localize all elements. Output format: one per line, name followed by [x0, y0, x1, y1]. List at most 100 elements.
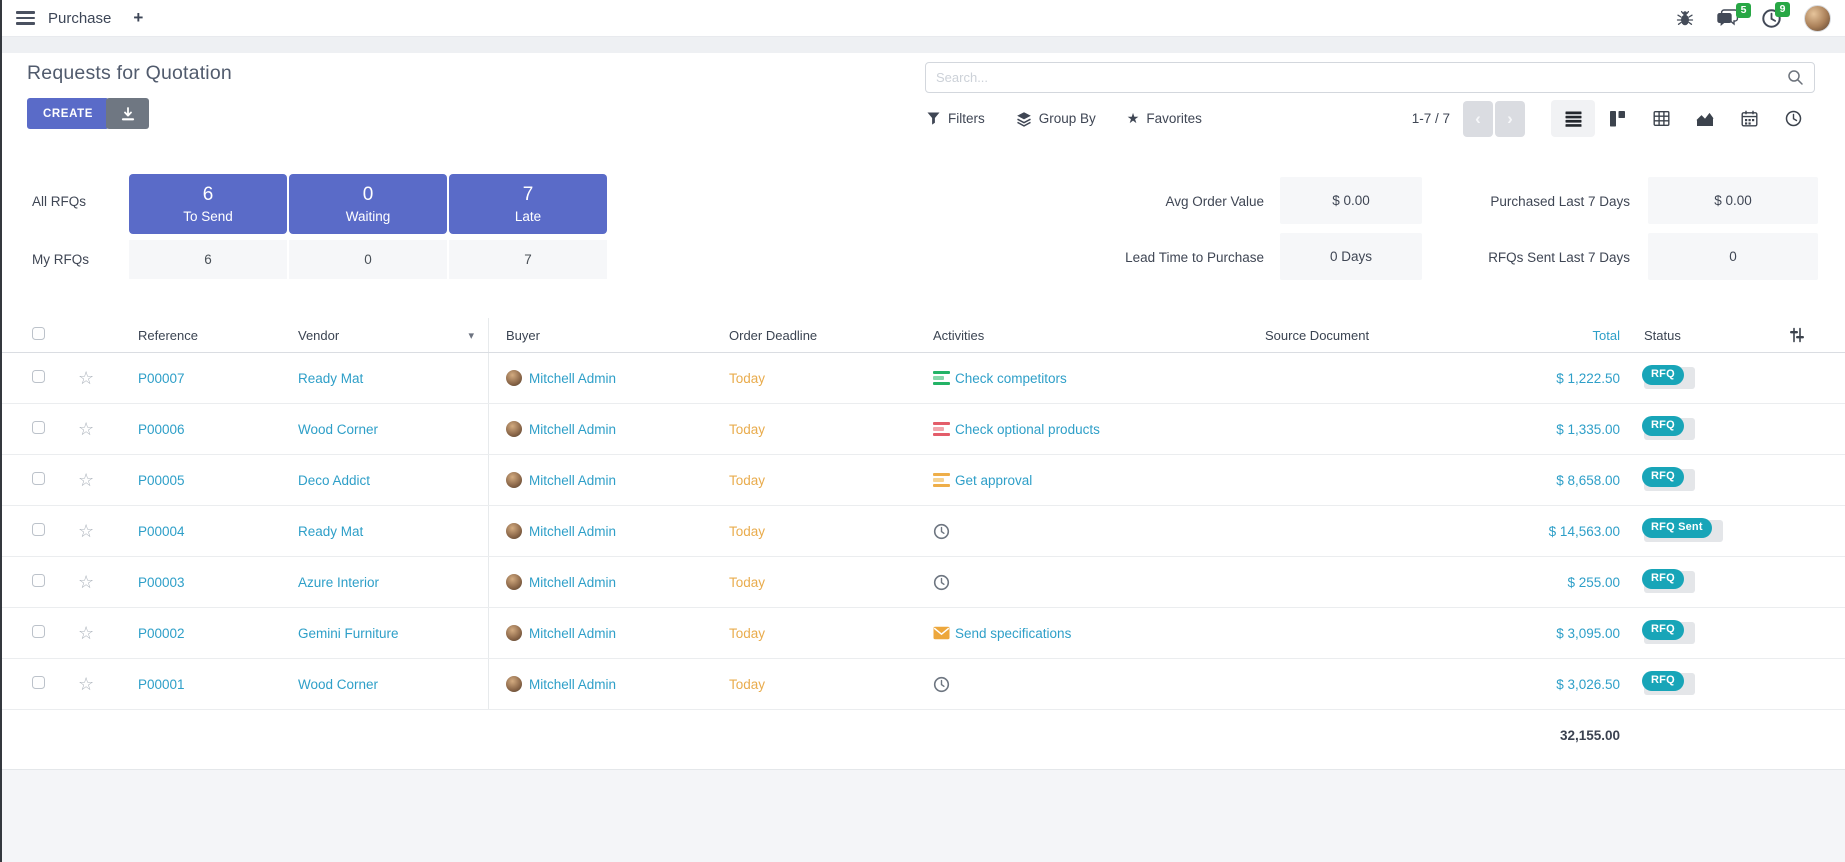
activity-label[interactable]: Check competitors: [955, 371, 1067, 386]
pager-prev-button[interactable]: ‹: [1463, 101, 1493, 137]
pivot-view-icon[interactable]: [1639, 100, 1683, 137]
row-checkbox[interactable]: [32, 574, 45, 587]
favorite-star-icon[interactable]: ☆: [78, 521, 94, 541]
activity-icon[interactable]: [933, 371, 950, 386]
header-source[interactable]: Source Document: [1255, 328, 1470, 343]
create-button[interactable]: CREATE: [27, 98, 109, 129]
kanban-view-icon[interactable]: [1595, 100, 1639, 137]
favorite-star-icon[interactable]: ☆: [78, 572, 94, 592]
favorite-star-icon[interactable]: ☆: [78, 674, 94, 694]
total-amount: $ 14,563.00: [1470, 524, 1622, 539]
reference-link[interactable]: P00004: [138, 524, 185, 539]
kpi-rfqs-sent-value: 0: [1648, 233, 1818, 280]
calendar-view-icon[interactable]: [1727, 100, 1771, 137]
vendor-link[interactable]: Wood Corner: [298, 677, 378, 692]
table-body: ☆ P00007 Ready Mat Mitchell Admin Today …: [0, 353, 1845, 710]
search-input[interactable]: [936, 70, 1787, 85]
late-button[interactable]: 7 Late: [449, 174, 607, 234]
order-deadline: Today: [729, 626, 765, 641]
vendor-link[interactable]: Azure Interior: [298, 575, 379, 590]
table-row[interactable]: ☆ P00006 Wood Corner Mitchell Admin Toda…: [0, 404, 1845, 455]
activity-clock-icon[interactable]: 9: [1761, 8, 1782, 29]
reference-link[interactable]: P00006: [138, 422, 185, 437]
buyer-link[interactable]: Mitchell Admin: [529, 422, 616, 437]
activity-icon[interactable]: [933, 626, 950, 640]
vendor-link[interactable]: Gemini Furniture: [298, 626, 399, 641]
activity-view-icon[interactable]: [1771, 100, 1815, 137]
activity-label[interactable]: Get approval: [955, 473, 1032, 488]
buyer-link[interactable]: Mitchell Admin: [529, 473, 616, 488]
list-view-icon[interactable]: [1551, 100, 1595, 137]
row-checkbox[interactable]: [32, 676, 45, 689]
vendor-link[interactable]: Deco Addict: [298, 473, 370, 488]
row-checkbox[interactable]: [32, 625, 45, 638]
header-status[interactable]: Status: [1622, 328, 1785, 343]
activity-icon[interactable]: [933, 676, 950, 693]
activity-icon[interactable]: [933, 422, 950, 437]
reference-link[interactable]: P00002: [138, 626, 185, 641]
activity-icon[interactable]: [933, 473, 950, 488]
row-checkbox[interactable]: [32, 523, 45, 536]
menu-icon[interactable]: [16, 11, 35, 25]
header-vendor[interactable]: Vendor ▾: [290, 318, 489, 352]
activity-icon[interactable]: [933, 574, 950, 591]
reference-link[interactable]: P00003: [138, 575, 185, 590]
favorite-star-icon[interactable]: ☆: [78, 368, 94, 388]
favorite-star-icon[interactable]: ☆: [78, 419, 94, 439]
activity-label[interactable]: Send specifications: [955, 626, 1071, 641]
row-checkbox[interactable]: [32, 421, 45, 434]
search-icon[interactable]: [1787, 69, 1804, 86]
header-activities[interactable]: Activities: [925, 328, 1255, 343]
plus-icon[interactable]: +: [133, 8, 143, 28]
bug-icon[interactable]: [1676, 10, 1694, 27]
activity-icon[interactable]: [933, 523, 950, 540]
graph-view-icon[interactable]: [1683, 100, 1727, 137]
optional-columns-icon[interactable]: [1789, 327, 1805, 343]
messages-icon[interactable]: 5: [1716, 9, 1739, 28]
buyer-link[interactable]: Mitchell Admin: [529, 524, 616, 539]
my-to-send-cell[interactable]: 6: [129, 240, 287, 279]
table-row[interactable]: ☆ P00003 Azure Interior Mitchell Admin T…: [0, 557, 1845, 608]
favorite-star-icon[interactable]: ☆: [78, 470, 94, 490]
buyer-link[interactable]: Mitchell Admin: [529, 626, 616, 641]
app-name[interactable]: Purchase: [48, 10, 111, 27]
reference-link[interactable]: P00001: [138, 677, 185, 692]
pager-next-button[interactable]: ›: [1495, 101, 1525, 137]
table-row[interactable]: ☆ P00004 Ready Mat Mitchell Admin Today …: [0, 506, 1845, 557]
my-waiting-cell[interactable]: 0: [289, 240, 447, 279]
buyer-link[interactable]: Mitchell Admin: [529, 677, 616, 692]
my-rfq-cells: 6 0 7: [129, 240, 607, 279]
group-by-button[interactable]: Group By: [1016, 111, 1096, 127]
filters-button[interactable]: Filters: [926, 111, 985, 126]
table-row[interactable]: ☆ P00001 Wood Corner Mitchell Admin Toda…: [0, 659, 1845, 710]
to-send-button[interactable]: 6 To Send: [129, 174, 287, 234]
waiting-button[interactable]: 0 Waiting: [289, 174, 447, 234]
table-row[interactable]: ☆ P00002 Gemini Furniture Mitchell Admin…: [0, 608, 1845, 659]
vendor-link[interactable]: Ready Mat: [298, 524, 363, 539]
header-deadline[interactable]: Order Deadline: [720, 328, 925, 343]
order-deadline: Today: [729, 473, 765, 488]
vendor-link[interactable]: Ready Mat: [298, 371, 363, 386]
chevron-down-icon: ▾: [468, 329, 474, 342]
table-row[interactable]: ☆ P00007 Ready Mat Mitchell Admin Today …: [0, 353, 1845, 404]
activity-label[interactable]: Check optional products: [955, 422, 1100, 437]
total-amount: $ 1,335.00: [1470, 422, 1622, 437]
header-total[interactable]: Total: [1470, 328, 1622, 343]
vendor-link[interactable]: Wood Corner: [298, 422, 378, 437]
my-late-cell[interactable]: 7: [449, 240, 607, 279]
favorites-button[interactable]: ★ Favorites: [1127, 110, 1202, 127]
reference-link[interactable]: P00005: [138, 473, 185, 488]
row-checkbox[interactable]: [32, 370, 45, 383]
select-all-checkbox[interactable]: [32, 327, 45, 340]
header-buyer[interactable]: Buyer: [489, 328, 720, 343]
row-checkbox[interactable]: [32, 472, 45, 485]
table-row[interactable]: ☆ P00005 Deco Addict Mitchell Admin Toda…: [0, 455, 1845, 506]
my-rfqs-label: My RFQs: [32, 252, 89, 267]
export-button[interactable]: [106, 98, 149, 129]
reference-link[interactable]: P00007: [138, 371, 185, 386]
header-reference[interactable]: Reference: [120, 328, 290, 343]
user-avatar[interactable]: [1804, 5, 1831, 32]
buyer-link[interactable]: Mitchell Admin: [529, 371, 616, 386]
buyer-link[interactable]: Mitchell Admin: [529, 575, 616, 590]
favorite-star-icon[interactable]: ☆: [78, 623, 94, 643]
